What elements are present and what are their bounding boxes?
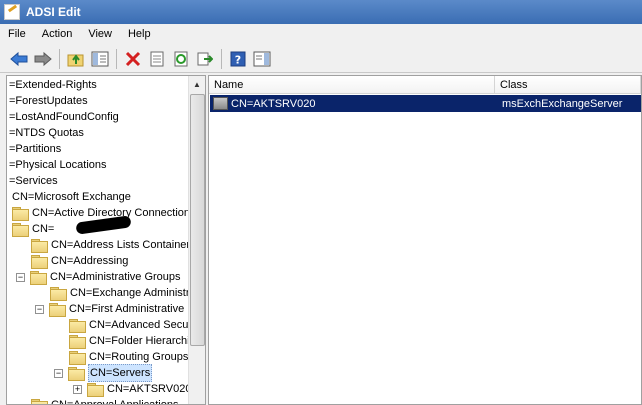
column-header-name[interactable]: Name <box>209 76 495 94</box>
tree-item[interactable]: =Physical Locations <box>9 157 107 173</box>
show-hide-tree-icon[interactable] <box>89 48 111 70</box>
tree-item-label: CN=Exchange Administrative <box>70 287 206 299</box>
folder-icon <box>12 207 29 221</box>
tree-item-organization[interactable]: CN= <box>12 215 132 237</box>
collapse-toggle[interactable]: − <box>35 304 44 314</box>
scroll-thumb[interactable] <box>190 94 205 346</box>
tree-item-label: =Services <box>9 175 58 187</box>
folder-icon <box>68 367 85 381</box>
list-item-class: msExchExchangeServer <box>502 97 623 110</box>
tree-item-label: CN=AKTSRV020 <box>107 383 192 395</box>
collapse-toggle[interactable]: − <box>16 272 25 282</box>
tree-item[interactable]: CN=Routing Groups <box>69 349 188 365</box>
tree-item[interactable]: CN=Advanced Security <box>69 317 203 333</box>
menu-bar: File Action View Help <box>0 24 642 45</box>
folder-icon <box>69 335 86 349</box>
folder-icon <box>31 399 48 404</box>
column-header-class[interactable]: Class <box>495 76 641 94</box>
title-bar: ADSI Edit <box>0 0 642 24</box>
menu-view[interactable]: View <box>80 25 120 44</box>
back-arrow-icon[interactable] <box>8 48 30 70</box>
window-title: ADSI Edit <box>26 5 81 19</box>
expand-toggle[interactable]: + <box>73 384 82 394</box>
tree-item-label: CN= <box>32 223 55 235</box>
tree-item-label: CN=Addressing <box>51 255 129 267</box>
tree-item-label: CN=Advanced Security <box>89 319 204 331</box>
export-list-icon[interactable] <box>194 48 216 70</box>
tree-item[interactable]: =Services <box>9 173 58 189</box>
menu-file[interactable]: File <box>0 25 34 44</box>
refresh-icon[interactable] <box>170 48 192 70</box>
help-icon[interactable]: ? <box>227 48 249 70</box>
action-pane-icon[interactable] <box>251 48 273 70</box>
tree-item-label: CN=First Administrative <box>69 303 185 315</box>
tree-item-label: CN=Routing Groups <box>89 351 189 363</box>
tree-item-label: CN=Approval Applications <box>51 399 179 405</box>
folder-icon <box>30 271 47 285</box>
menu-action[interactable]: Action <box>34 25 81 44</box>
toolbar-separator <box>116 48 117 69</box>
folder-icon <box>69 319 86 333</box>
folder-icon <box>12 223 29 237</box>
tree-item[interactable]: CN=Exchange Administrative <box>50 285 206 301</box>
tree-item-label: =Extended-Rights <box>9 79 97 91</box>
tree-item-label: CN=Microsoft Exchange <box>12 191 131 203</box>
tree-item[interactable]: CN=Addressing <box>31 253 128 269</box>
tree-item-administrative-groups[interactable]: − CN=Administrative Groups <box>16 269 181 285</box>
properties-icon[interactable] <box>146 48 168 70</box>
up-folder-icon[interactable] <box>65 48 87 70</box>
tree-item[interactable]: CN=Folder Hierarchies <box>69 333 201 349</box>
menu-help[interactable]: Help <box>120 25 159 44</box>
tree-item-label: CN=Servers <box>88 364 153 382</box>
collapse-toggle[interactable]: − <box>54 368 63 378</box>
tree-item-label: =NTDS Quotas <box>9 127 84 139</box>
tree-item-label: CN=Folder Hierarchies <box>89 335 202 347</box>
folder-icon <box>50 287 67 301</box>
tree-item-aktsrv020[interactable]: + CN=AKTSRV020 <box>73 381 191 397</box>
folder-icon <box>49 303 66 317</box>
list-item-name: CN=AKTSRV020 <box>231 97 316 110</box>
tree-item[interactable]: =Extended-Rights <box>9 77 97 93</box>
toolbar-separator <box>221 48 222 69</box>
folder-icon <box>69 351 86 365</box>
tree-item[interactable]: =Partitions <box>9 141 61 157</box>
tree-item[interactable]: =NTDS Quotas <box>9 125 84 141</box>
tree-item-label: =LostAndFoundConfig <box>9 111 119 123</box>
svg-text:?: ? <box>235 53 241 66</box>
tree-item[interactable]: CN=Approval Applications <box>31 397 179 405</box>
server-object-icon <box>213 97 228 110</box>
tree-pane[interactable]: =Extended-Rights =ForestUpdates =LostAnd… <box>6 75 206 405</box>
tree-item-label: =ForestUpdates <box>9 95 88 107</box>
toolbar-separator <box>59 48 60 69</box>
tree-item[interactable]: =ForestUpdates <box>9 93 88 109</box>
folder-icon <box>87 383 104 397</box>
folder-icon <box>31 239 48 253</box>
folder-icon <box>31 255 48 269</box>
tree-vertical-scrollbar[interactable]: ▲ <box>188 76 205 404</box>
tree-item-servers[interactable]: − CN=Servers <box>54 364 153 382</box>
scroll-up-arrow-icon[interactable]: ▲ <box>189 76 205 93</box>
tree-item[interactable]: =LostAndFoundConfig <box>9 109 119 125</box>
toolbar: ? <box>0 45 642 73</box>
list-pane[interactable]: Name Class CN=AKTSRV020 msExchExchangeSe… <box>208 75 642 405</box>
tree-item-label-container: CN= <box>32 215 132 237</box>
list-item[interactable]: CN=AKTSRV020 msExchExchangeServer <box>210 95 641 112</box>
tree-item[interactable]: CN=Address Lists Container <box>31 237 190 253</box>
tree-item-label: CN=Address Lists Container <box>51 239 191 251</box>
delete-icon[interactable] <box>122 48 144 70</box>
tree-item-first-administrative[interactable]: − CN=First Administrative <box>35 301 184 317</box>
tree-item-label: =Partitions <box>9 143 62 155</box>
tree-item-label: CN=Administrative Groups <box>50 271 181 283</box>
tree-item-microsoft-exchange[interactable]: CN=Microsoft Exchange <box>12 189 131 205</box>
tree-item-label: =Physical Locations <box>9 159 107 171</box>
adsi-edit-app-icon <box>4 4 20 20</box>
list-header: Name Class <box>209 76 641 94</box>
forward-arrow-icon[interactable] <box>32 48 54 70</box>
